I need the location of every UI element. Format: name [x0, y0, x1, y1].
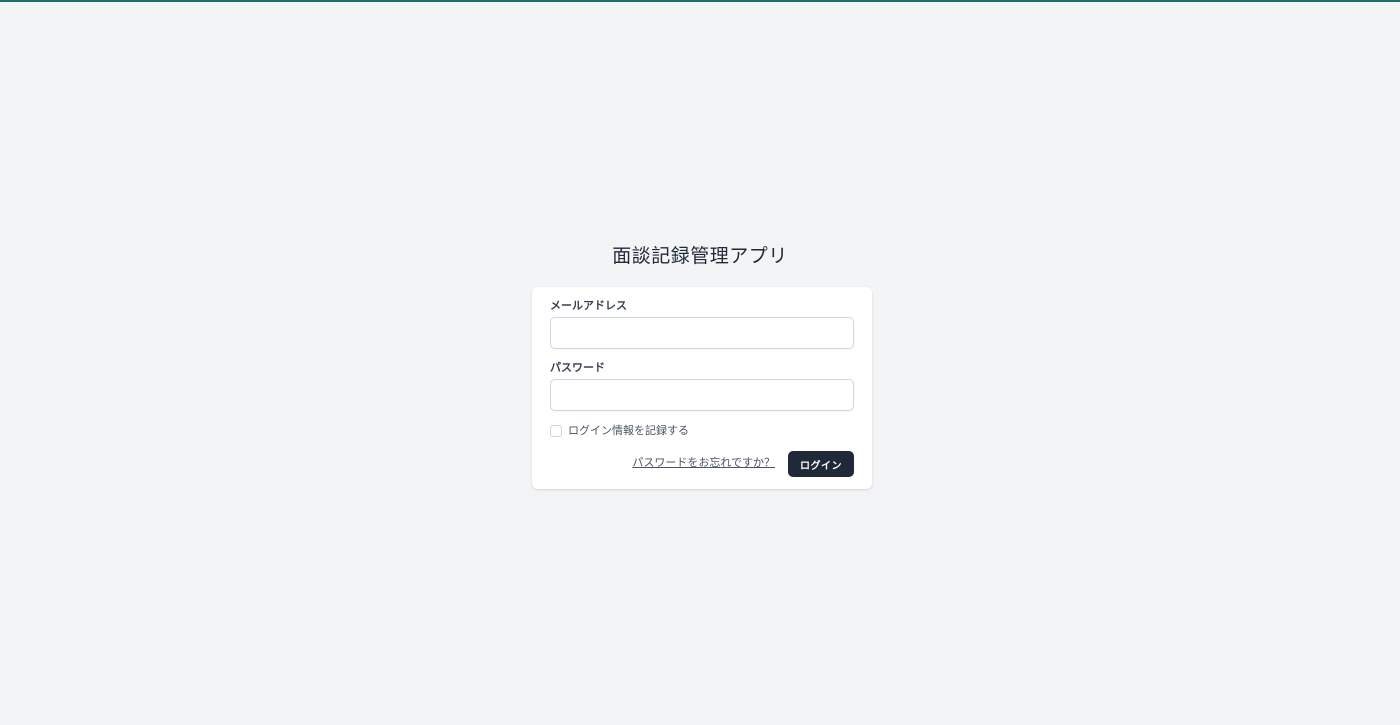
- app-title: 面談記録管理アプリ: [612, 245, 788, 267]
- remember-row: ログイン情報を記録する: [550, 424, 689, 438]
- email-label: メールアドレス: [550, 299, 627, 312]
- password-input[interactable]: [550, 379, 854, 411]
- login-page: 面談記録管理アプリ メールアドレス パスワード ログイン情報を記録する パスワー…: [0, 0, 1400, 725]
- email-input[interactable]: [550, 317, 854, 349]
- login-button[interactable]: ログイン: [788, 451, 854, 477]
- login-card: メールアドレス パスワード ログイン情報を記録する パスワードをお忘れですか？ …: [532, 287, 872, 489]
- password-label: パスワード: [550, 361, 605, 374]
- remember-label[interactable]: ログイン情報を記録する: [568, 424, 689, 438]
- remember-checkbox[interactable]: [550, 425, 562, 437]
- forgot-password-link[interactable]: パスワードをお忘れですか？: [632, 456, 775, 470]
